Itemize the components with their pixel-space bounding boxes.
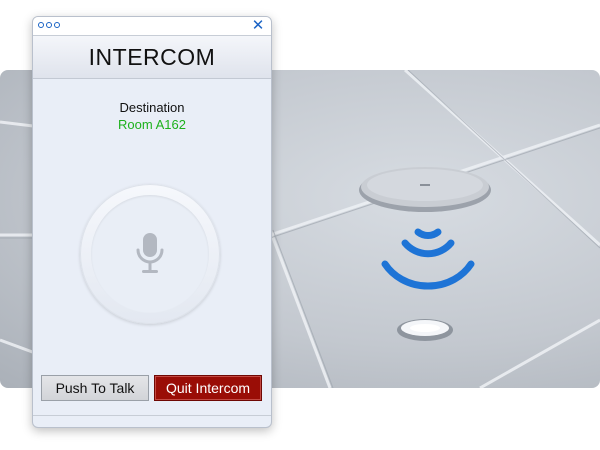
intercom-scene: ✕ INTERCOM Destination Room A162 Push To… — [0, 0, 600, 450]
microphone-icon — [136, 233, 164, 273]
microphone-talk-button[interactable] — [80, 184, 220, 324]
destination-label: Destination — [119, 100, 185, 115]
intercom-window: ✕ INTERCOM Destination Room A162 Push To… — [32, 16, 272, 428]
footer-divider — [33, 415, 271, 416]
window-title: INTERCOM — [33, 36, 271, 79]
ceiling-speaker — [359, 167, 491, 212]
quit-intercom-button[interactable]: Quit Intercom — [154, 375, 262, 401]
push-to-talk-button[interactable]: Push To Talk — [41, 375, 149, 401]
ceiling-light — [397, 319, 453, 341]
close-icon[interactable]: ✕ — [251, 18, 265, 34]
three-dots-icon[interactable] — [38, 22, 60, 28]
wireless-signal-icon — [381, 228, 475, 290]
title-bar: ✕ — [33, 17, 271, 36]
destination-value: Room A162 — [118, 117, 186, 132]
microphone-button-face — [91, 195, 209, 313]
